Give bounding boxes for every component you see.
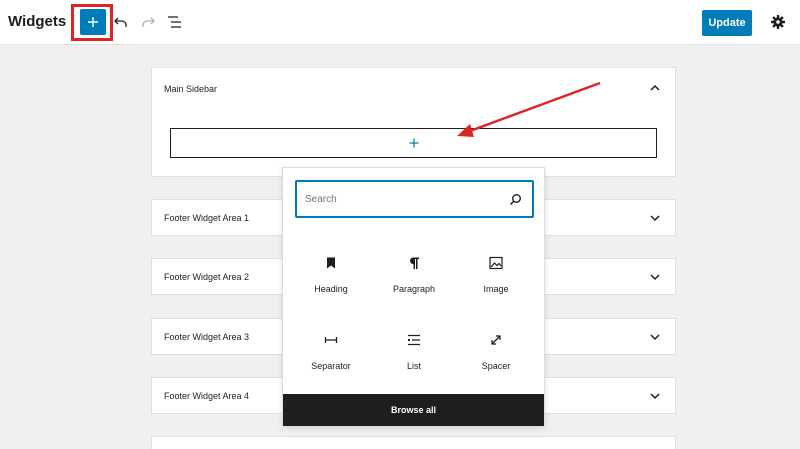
list-view-icon bbox=[168, 16, 181, 28]
chevron-down-icon[interactable] bbox=[649, 390, 661, 402]
block-image[interactable]: Image bbox=[456, 256, 536, 316]
chevron-down-icon[interactable] bbox=[649, 271, 661, 283]
widget-area-title: Footer Widget Area 4 bbox=[164, 391, 250, 401]
spacer-icon bbox=[491, 335, 501, 345]
plus-icon bbox=[409, 138, 418, 148]
plus-icon bbox=[88, 17, 98, 27]
page-title: Widgets bbox=[8, 13, 67, 30]
undo-button[interactable] bbox=[112, 13, 130, 31]
block-spacer[interactable]: Spacer bbox=[456, 333, 536, 393]
search-icon bbox=[509, 194, 521, 206]
block-list[interactable]: List bbox=[374, 333, 454, 393]
widget-area-title[interactable]: Main Sidebar bbox=[164, 84, 217, 94]
image-icon bbox=[489, 256, 503, 270]
block-label: Heading bbox=[314, 284, 348, 294]
chevron-down-icon[interactable] bbox=[649, 212, 661, 224]
block-appender-button[interactable] bbox=[170, 128, 657, 158]
redo-button[interactable] bbox=[139, 13, 157, 31]
editor-header: Widgets Update bbox=[0, 0, 800, 45]
update-button[interactable]: Update bbox=[702, 10, 752, 36]
search-input[interactable] bbox=[305, 191, 495, 207]
block-inserter-popover: Heading Paragraph Image Separator List bbox=[282, 167, 545, 426]
gear-icon bbox=[771, 15, 785, 29]
search-field[interactable] bbox=[295, 180, 534, 218]
block-label: Image bbox=[483, 284, 509, 294]
chevron-down-icon[interactable] bbox=[649, 331, 661, 343]
widget-area-title: Footer Widget Area 2 bbox=[164, 272, 250, 282]
block-label: List bbox=[406, 361, 421, 371]
widget-area-title: Footer Widget Area 1 bbox=[164, 213, 250, 223]
pilcrow-icon bbox=[409, 257, 419, 269]
browse-all-button[interactable]: Browse all bbox=[283, 394, 544, 426]
redo-icon bbox=[142, 17, 155, 27]
separator-icon bbox=[324, 337, 338, 343]
block-separator[interactable]: Separator bbox=[291, 333, 371, 393]
block-label: Spacer bbox=[481, 361, 511, 371]
block-heading[interactable]: Heading bbox=[291, 256, 371, 316]
block-paragraph[interactable]: Paragraph bbox=[374, 256, 454, 316]
chevron-up-icon[interactable] bbox=[649, 82, 661, 94]
widget-area-partial[interactable] bbox=[151, 436, 676, 449]
settings-button[interactable] bbox=[770, 14, 786, 30]
list-view-button[interactable] bbox=[166, 13, 184, 31]
widget-area-title: Footer Widget Area 3 bbox=[164, 332, 250, 342]
add-block-button[interactable] bbox=[80, 9, 106, 35]
bookmark-icon bbox=[327, 257, 335, 269]
block-label: Paragraph bbox=[392, 284, 436, 294]
undo-icon bbox=[114, 17, 127, 27]
block-label: Separator bbox=[311, 361, 351, 371]
list-icon bbox=[408, 334, 420, 346]
widget-area-main-sidebar: Main Sidebar bbox=[151, 67, 676, 177]
